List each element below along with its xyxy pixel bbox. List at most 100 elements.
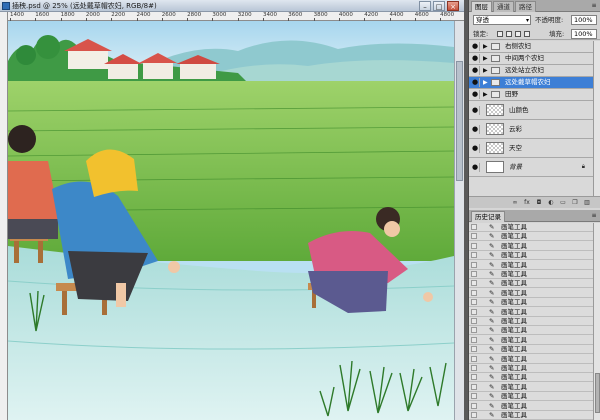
layer-row[interactable]: ● 天空 [469, 139, 593, 158]
history-checkbox[interactable] [471, 242, 477, 249]
layer-row[interactable]: ● ▶ 右侧农妇 [469, 41, 593, 53]
eye-icon[interactable]: ● [471, 144, 480, 153]
layer-row[interactable]: ● 云彩 [469, 120, 593, 139]
maximize-button[interactable]: □ [433, 1, 445, 11]
eye-icon[interactable]: ● [471, 78, 480, 87]
layer-row[interactable]: ● ▶ 田野 [469, 89, 593, 101]
history-item[interactable]: ✎ 画笔工具 [469, 411, 593, 420]
layer-row[interactable]: ● ▶ 中间两个农妇 [469, 53, 593, 65]
layer-row[interactable]: ● ▶ 远处站立农妇 [469, 65, 593, 77]
history-item[interactable]: ✎ 画笔工具 [469, 373, 593, 383]
history-item[interactable]: ✎ 画笔工具 [469, 242, 593, 251]
eye-icon[interactable]: ● [471, 54, 480, 63]
link-icon[interactable]: ∞ [511, 199, 519, 207]
history-item[interactable]: ✎ 画笔工具 [469, 345, 593, 355]
history-checkbox[interactable] [471, 261, 477, 268]
scrollbar-thumb[interactable] [456, 61, 463, 181]
history-item[interactable]: ✎ 画笔工具 [469, 298, 593, 308]
eye-icon[interactable]: ● [471, 66, 480, 75]
trash-icon[interactable]: ▥ [583, 199, 591, 207]
history-item[interactable]: ✎ 画笔工具 [469, 270, 593, 279]
vertical-ruler[interactable] [0, 12, 8, 420]
history-item[interactable]: ✎ 画笔工具 [469, 402, 593, 411]
history-checkbox[interactable] [471, 336, 477, 343]
history-checkbox[interactable] [471, 289, 477, 296]
history-checkbox[interactable] [471, 412, 477, 418]
layer-row-selected[interactable]: ● ▶ 远处戴草帽农妇 [469, 77, 593, 89]
history-item[interactable]: ✎ 画笔工具 [469, 223, 593, 232]
history-item[interactable]: ✎ 画笔工具 [469, 308, 593, 317]
close-button[interactable]: × [447, 1, 459, 11]
scrollbar-thumb[interactable] [595, 373, 600, 413]
history-checkbox[interactable] [471, 346, 477, 353]
history-item[interactable]: ✎ 画笔工具 [469, 326, 593, 336]
expand-arrow-icon[interactable]: ▶ [483, 43, 489, 51]
history-item[interactable]: ✎ 画笔工具 [469, 336, 593, 345]
fx-icon[interactable]: fx [523, 199, 531, 207]
lock-all-icon[interactable] [524, 31, 530, 37]
expand-arrow-icon[interactable]: ▶ [483, 79, 489, 87]
history-checkbox[interactable] [471, 374, 477, 381]
eye-icon[interactable]: ● [471, 125, 480, 134]
history-item[interactable]: ✎ 画笔工具 [469, 261, 593, 270]
history-scrollbar[interactable] [593, 223, 600, 420]
expand-arrow-icon[interactable]: ▶ [483, 55, 489, 63]
history-item[interactable]: ✎ 画笔工具 [469, 355, 593, 364]
blend-mode-select[interactable]: 穿透 [473, 15, 531, 25]
eye-icon[interactable]: ● [471, 163, 480, 172]
lock-position-icon[interactable] [515, 31, 521, 37]
lock-pixels-icon[interactable] [506, 31, 512, 37]
brush-icon: ✎ [489, 241, 495, 250]
history-item[interactable]: ✎ 画笔工具 [469, 317, 593, 326]
opacity-field[interactable]: 100% [571, 15, 597, 25]
new-layer-icon[interactable]: ❐ [571, 199, 579, 207]
history-item[interactable]: ✎ 画笔工具 [469, 392, 593, 402]
panel-menu-icon[interactable]: ≡ [590, 212, 598, 220]
mask-icon[interactable]: ◘ [535, 199, 543, 207]
history-item[interactable]: ✎ 画笔工具 [469, 251, 593, 261]
ruler-label: 1400 [10, 12, 24, 18]
history-checkbox[interactable] [471, 233, 477, 240]
history-checkbox[interactable] [471, 224, 477, 230]
history-checkbox[interactable] [471, 355, 477, 362]
history-checkbox[interactable] [471, 365, 477, 371]
minimize-button[interactable]: – [419, 1, 431, 11]
tab-paths[interactable]: 路径 [515, 1, 536, 12]
tab-history[interactable]: 历史记录 [471, 211, 505, 222]
history-item[interactable]: ✎ 画笔工具 [469, 383, 593, 392]
history-checkbox[interactable] [471, 327, 477, 334]
artwork-canvas[interactable] [8, 21, 454, 420]
eye-icon[interactable]: ● [471, 42, 480, 51]
history-checkbox[interactable] [471, 299, 477, 306]
history-checkbox[interactable] [471, 271, 477, 277]
folder-icon[interactable]: ▭ [559, 199, 567, 207]
document-vertical-scrollbar[interactable] [454, 21, 464, 420]
history-item[interactable]: ✎ 画笔工具 [469, 289, 593, 298]
history-checkbox[interactable] [471, 318, 477, 324]
expand-arrow-icon[interactable]: ▶ [483, 67, 489, 75]
adjustment-icon[interactable]: ◐ [547, 199, 555, 207]
history-checkbox[interactable] [471, 252, 477, 259]
eye-icon[interactable]: ● [471, 90, 480, 99]
fill-field[interactable]: 100% [571, 29, 597, 39]
tab-layers[interactable]: 图层 [471, 1, 492, 12]
history-item[interactable]: ✎ 画笔工具 [469, 279, 593, 289]
layer-row[interactable]: ● 山颜色 [469, 101, 593, 120]
history-item[interactable]: ✎ 画笔工具 [469, 364, 593, 373]
panel-menu-icon[interactable]: ≡ [590, 2, 598, 10]
history-checkbox[interactable] [471, 280, 477, 287]
history-label: 画笔工具 [501, 401, 527, 410]
document-titlebar[interactable]: 插秧.psd @ 25% (远处戴草帽农妇, RGB/8#) – □ × [0, 0, 464, 12]
history-checkbox[interactable] [471, 393, 477, 400]
history-checkbox[interactable] [471, 383, 477, 390]
expand-arrow-icon[interactable]: ▶ [483, 91, 489, 99]
lock-transparency-icon[interactable] [497, 31, 503, 37]
history-item[interactable]: ✎ 画笔工具 [469, 232, 593, 242]
eye-icon[interactable]: ● [471, 106, 480, 115]
layers-scrollbar[interactable] [593, 41, 600, 196]
tab-channels[interactable]: 通道 [493, 1, 514, 12]
history-checkbox[interactable] [471, 308, 477, 315]
layer-row[interactable]: ● 背景 🔒︎ [469, 158, 593, 177]
horizontal-ruler[interactable]: 1400 1600 1800 2000 2200 2400 2600 2800 3000 3200… [8, 12, 464, 21]
history-checkbox[interactable] [471, 402, 477, 409]
